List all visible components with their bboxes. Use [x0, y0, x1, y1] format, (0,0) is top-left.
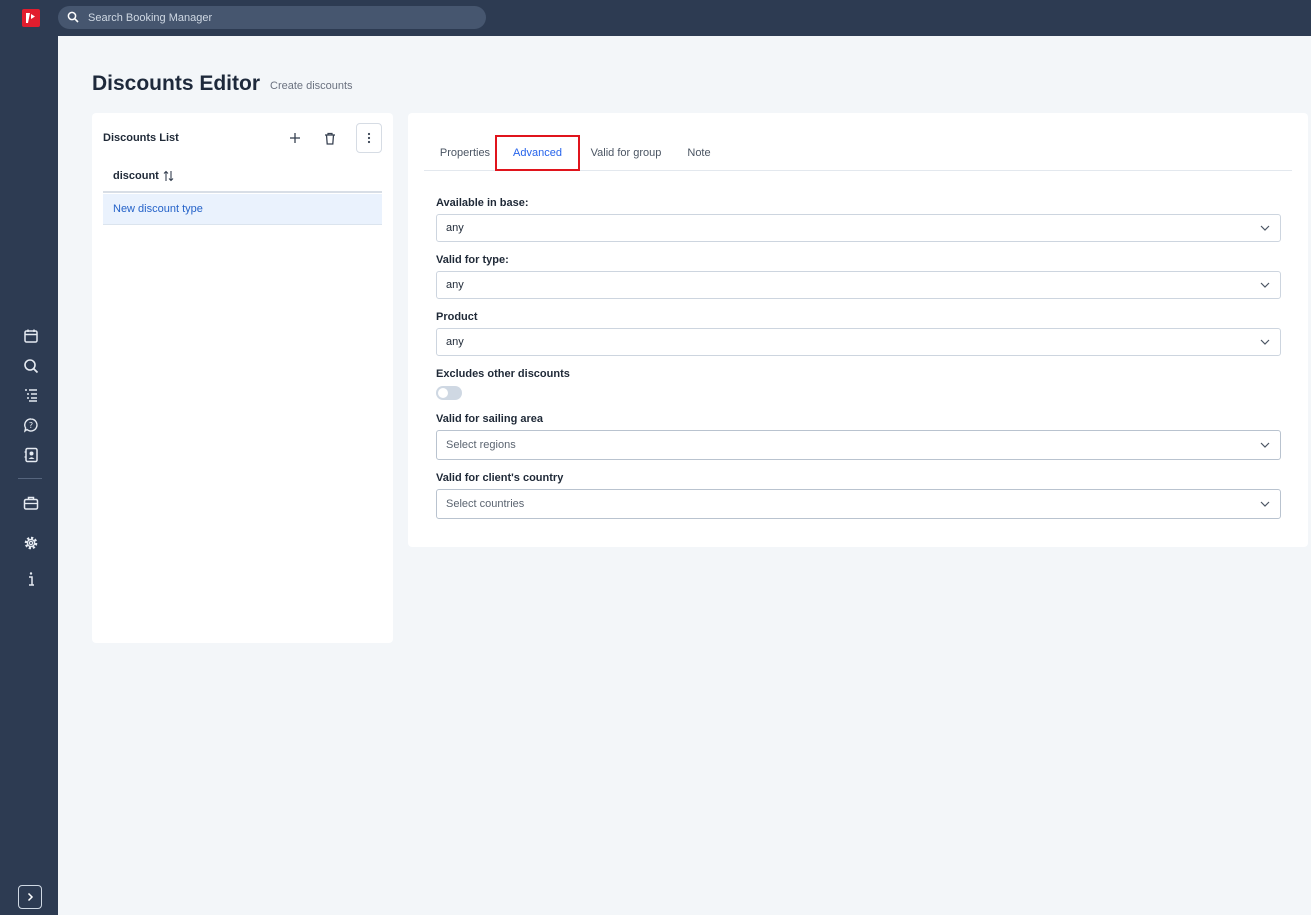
global-search[interactable]: [58, 6, 486, 29]
help-chat-icon[interactable]: ?: [20, 414, 42, 436]
available-in-base-value: any: [446, 222, 464, 234]
editor-tabs: Properties Advanced Valid for group Note: [424, 135, 1292, 171]
excludes-other-discounts-label: Excludes other discounts: [436, 368, 570, 380]
client-country-label: Valid for client's country: [436, 472, 564, 484]
list-icon[interactable]: [20, 384, 42, 406]
product-value: any: [446, 336, 464, 348]
chevron-down-icon: [1260, 501, 1270, 507]
chevron-down-icon: [1260, 282, 1270, 288]
client-country-placeholder: Select countries: [446, 498, 525, 510]
client-country-select[interactable]: Select countries: [436, 489, 1281, 519]
trash-icon: [325, 132, 335, 145]
info-icon[interactable]: [20, 568, 42, 590]
global-search-input[interactable]: [88, 6, 468, 29]
expand-sidebar-button[interactable]: [18, 885, 42, 909]
delete-discount-button[interactable]: [317, 125, 343, 151]
left-sidebar: ?: [0, 36, 58, 915]
plus-icon: [290, 133, 300, 143]
discounts-list-panel: Discounts List discount New discount typ…: [92, 113, 393, 643]
discount-column-header[interactable]: discount: [103, 160, 382, 193]
tab-valid-for-group[interactable]: Valid for group: [586, 135, 666, 171]
sort-icon[interactable]: [163, 170, 174, 182]
excludes-other-discounts-toggle[interactable]: [436, 386, 462, 400]
page-subtitle: Create discounts: [270, 80, 353, 92]
column-label: discount: [113, 170, 159, 182]
briefcase-icon[interactable]: [20, 492, 42, 514]
valid-for-type-label: Valid for type:: [436, 254, 509, 266]
tab-advanced[interactable]: Advanced: [495, 135, 580, 171]
list-more-options-button[interactable]: [356, 123, 382, 153]
discounts-list-title: Discounts List: [103, 132, 179, 144]
product-select[interactable]: any: [436, 328, 1281, 356]
contacts-icon[interactable]: [20, 444, 42, 466]
discount-editor-panel: Properties Advanced Valid for group Note…: [408, 113, 1308, 547]
product-label: Product: [436, 311, 478, 323]
svg-text:?: ?: [29, 421, 33, 430]
tab-properties[interactable]: Properties: [436, 135, 494, 171]
more-vertical-icon: [367, 132, 371, 144]
sailing-area-label: Valid for sailing area: [436, 413, 543, 425]
gear-icon[interactable]: [20, 532, 42, 554]
search-icon[interactable]: [20, 355, 42, 377]
chevron-down-icon: [1260, 225, 1270, 231]
list-item[interactable]: New discount type: [103, 194, 382, 225]
top-bar: [0, 0, 1311, 36]
page-title: Discounts Editor: [92, 72, 261, 95]
valid-for-type-value: any: [446, 279, 464, 291]
chevron-right-icon: [27, 892, 34, 902]
sidebar-divider: [18, 478, 42, 479]
add-discount-button[interactable]: [282, 125, 308, 151]
tab-note[interactable]: Note: [683, 135, 715, 171]
calendar-icon[interactable]: [20, 325, 42, 347]
valid-for-type-select[interactable]: any: [436, 271, 1281, 299]
app-logo[interactable]: [22, 9, 40, 27]
search-icon: [67, 11, 79, 23]
available-in-base-select[interactable]: any: [436, 214, 1281, 242]
chevron-down-icon: [1260, 442, 1270, 448]
sailing-area-placeholder: Select regions: [446, 439, 516, 451]
chevron-down-icon: [1260, 339, 1270, 345]
list-item-label: New discount type: [113, 203, 203, 215]
available-in-base-label: Available in base:: [436, 197, 529, 209]
sailing-area-select[interactable]: Select regions: [436, 430, 1281, 460]
